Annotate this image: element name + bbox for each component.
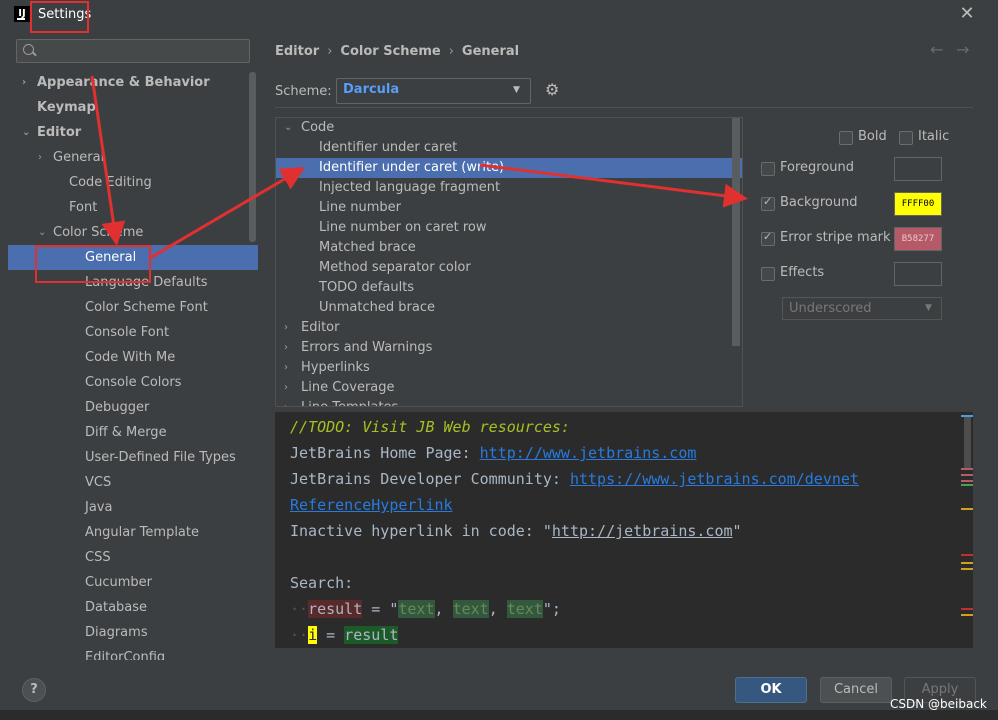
- annotation-arrows: [90, 75, 748, 260]
